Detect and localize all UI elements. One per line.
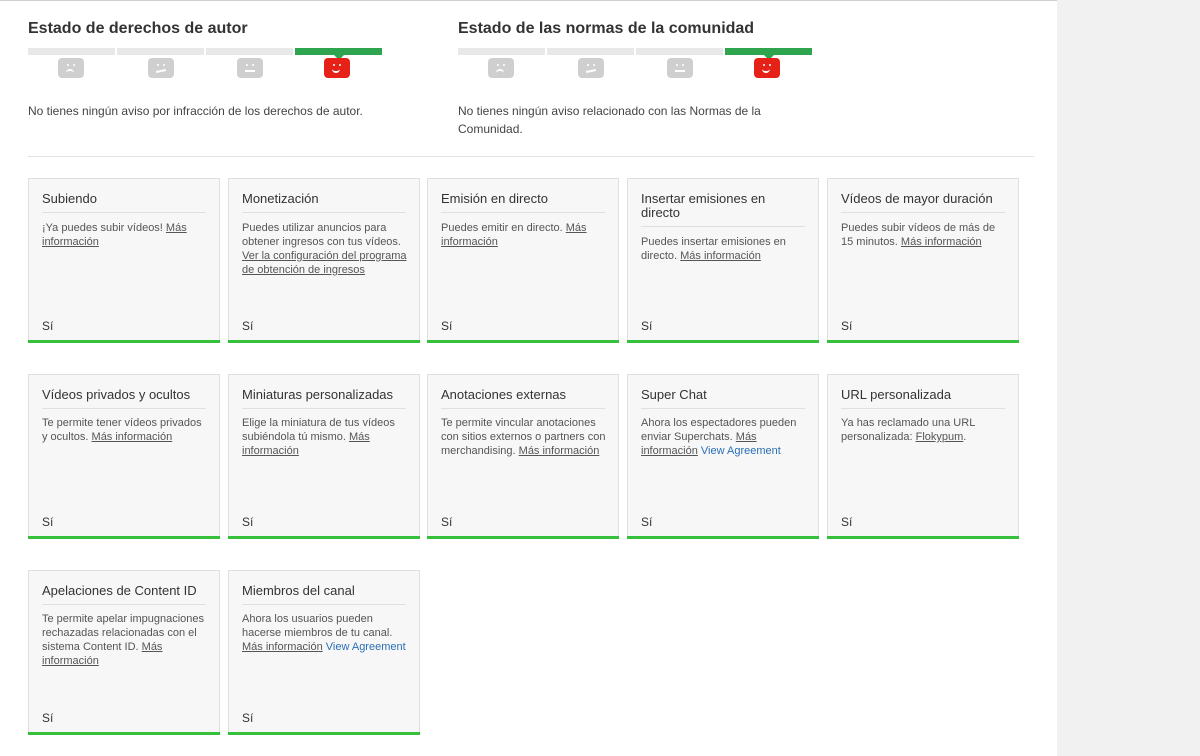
card-description: ¡Ya puedes subir vídeos! Más información [42, 222, 187, 248]
card-status-value: Sí [42, 319, 54, 333]
copyright-strike-track [28, 48, 388, 78]
card-description: Puedes subir vídeos de más de 15 minutos… [841, 222, 996, 248]
section-divider [28, 156, 1034, 157]
more-info-link[interactable]: Más información [242, 641, 323, 653]
card-description: Elige la miniatura de tus vídeos subiénd… [242, 417, 395, 457]
more-info-link[interactable]: Más información [92, 431, 173, 443]
strike-segment-active [725, 48, 812, 60]
feature-card-longer-videos: Vídeos de mayor duración Puedes subir ví… [827, 178, 1019, 343]
neutral-face-icon [667, 58, 693, 78]
more-info-link[interactable]: Más información [901, 236, 982, 248]
card-title: Vídeos de mayor duración [841, 192, 1005, 213]
card-title: URL personalizada [841, 388, 1005, 409]
strike-segment-active [295, 48, 382, 60]
card-description: Te permite apelar impugnaciones rechazad… [42, 613, 205, 667]
strike-segment [458, 48, 545, 55]
feature-card-custom-url: URL personalizada Ya has reclamado una U… [827, 374, 1019, 539]
card-status-value: Sí [242, 515, 254, 529]
sad-face-icon [488, 58, 514, 78]
card-title: Super Chat [641, 388, 805, 409]
strike-segment [547, 48, 634, 55]
more-info-link[interactable]: Más información [680, 250, 761, 262]
card-description: Ya has reclamado una URL personalizada: … [841, 417, 975, 443]
card-title: Apelaciones de Content ID [42, 584, 206, 605]
feature-card-channel-members: Miembros del canal Ahora los usuarios pu… [228, 570, 420, 735]
card-status-value: Sí [242, 711, 254, 725]
strike-segment [28, 48, 115, 55]
community-status-title: Estado de las normas de la comunidad [458, 20, 755, 37]
monetization-settings-link[interactable]: Ver la configuración del programa de obt… [242, 250, 406, 276]
feature-card-embed-live: Insertar emisiones en directo Puedes ins… [627, 178, 819, 343]
feature-card-private-videos: Vídeos privados y ocultos Te permite ten… [28, 374, 220, 539]
feature-card-super-chat: Super Chat Ahora los espectadores pueden… [627, 374, 819, 539]
card-status-value: Sí [42, 711, 54, 725]
community-status: Estado de las normas de la comunidad No … [458, 19, 818, 136]
card-title: Miembros del canal [242, 584, 406, 605]
card-status-value: Sí [441, 515, 453, 529]
copyright-status: Estado de derechos de autor No tienes ni… [28, 19, 388, 118]
feature-card-live-streaming: Emisión en directo Puedes emitir en dire… [427, 178, 619, 343]
strike-segment [206, 48, 293, 55]
card-title: Anotaciones externas [441, 388, 605, 409]
view-agreement-link[interactable]: View Agreement [323, 641, 406, 653]
card-title: Monetización [242, 192, 406, 213]
card-title: Miniaturas personalizadas [242, 388, 406, 409]
feature-card-monetization: Monetización Puedes utilizar anuncios pa… [228, 178, 420, 343]
card-title: Emisión en directo [441, 192, 605, 213]
card-description: Ahora los usuarios pueden hacerse miembr… [242, 613, 406, 653]
neutral-face-icon [237, 58, 263, 78]
more-info-link[interactable]: Más información [519, 445, 600, 457]
card-status-value: Sí [641, 515, 653, 529]
card-status-value: Sí [42, 515, 54, 529]
community-status-description: No tienes ningún aviso relacionado con l… [458, 104, 761, 136]
happy-face-icon [754, 58, 780, 78]
card-status-value: Sí [641, 319, 653, 333]
card-description: Puedes emitir en directo. Más informació… [441, 222, 587, 248]
feature-card-external-annotations: Anotaciones externas Te permite vincular… [427, 374, 619, 539]
copyright-status-title: Estado de derechos de autor [28, 20, 248, 37]
card-description: Ahora los espectadores pueden enviar Sup… [641, 417, 797, 457]
copyright-status-description: No tienes ningún aviso por infracción de… [28, 104, 363, 118]
meh-face-icon [578, 58, 604, 78]
meh-face-icon [148, 58, 174, 78]
card-status-value: Sí [841, 515, 853, 529]
card-status-value: Sí [441, 319, 453, 333]
card-description: Puedes utilizar anuncios para obtener in… [242, 222, 407, 276]
card-description: Te permite tener vídeos privados y ocult… [42, 417, 202, 443]
card-description: Te permite vincular anotaciones con siti… [441, 417, 606, 457]
custom-url-link[interactable]: Flokypum [916, 431, 964, 443]
strike-segment [636, 48, 723, 55]
strike-segment [117, 48, 204, 55]
card-title: Vídeos privados y ocultos [42, 388, 206, 409]
feature-card-uploading: Subiendo ¡Ya puedes subir vídeos! Más in… [28, 178, 220, 343]
feature-card-custom-thumbnails: Miniaturas personalizadas Elige la minia… [228, 374, 420, 539]
main-panel: Estado de derechos de autor No tienes ni… [0, 0, 1057, 756]
card-title: Subiendo [42, 192, 206, 213]
community-strike-track [458, 48, 818, 78]
card-description: Puedes insertar emisiones en directo. Má… [641, 236, 786, 262]
card-status-value: Sí [242, 319, 254, 333]
feature-card-content-id-appeals: Apelaciones de Content ID Te permite ape… [28, 570, 220, 735]
sad-face-icon [58, 58, 84, 78]
card-title: Insertar emisiones en directo [641, 192, 805, 227]
card-status-value: Sí [841, 319, 853, 333]
view-agreement-link[interactable]: View Agreement [698, 445, 781, 457]
happy-face-icon [324, 58, 350, 78]
